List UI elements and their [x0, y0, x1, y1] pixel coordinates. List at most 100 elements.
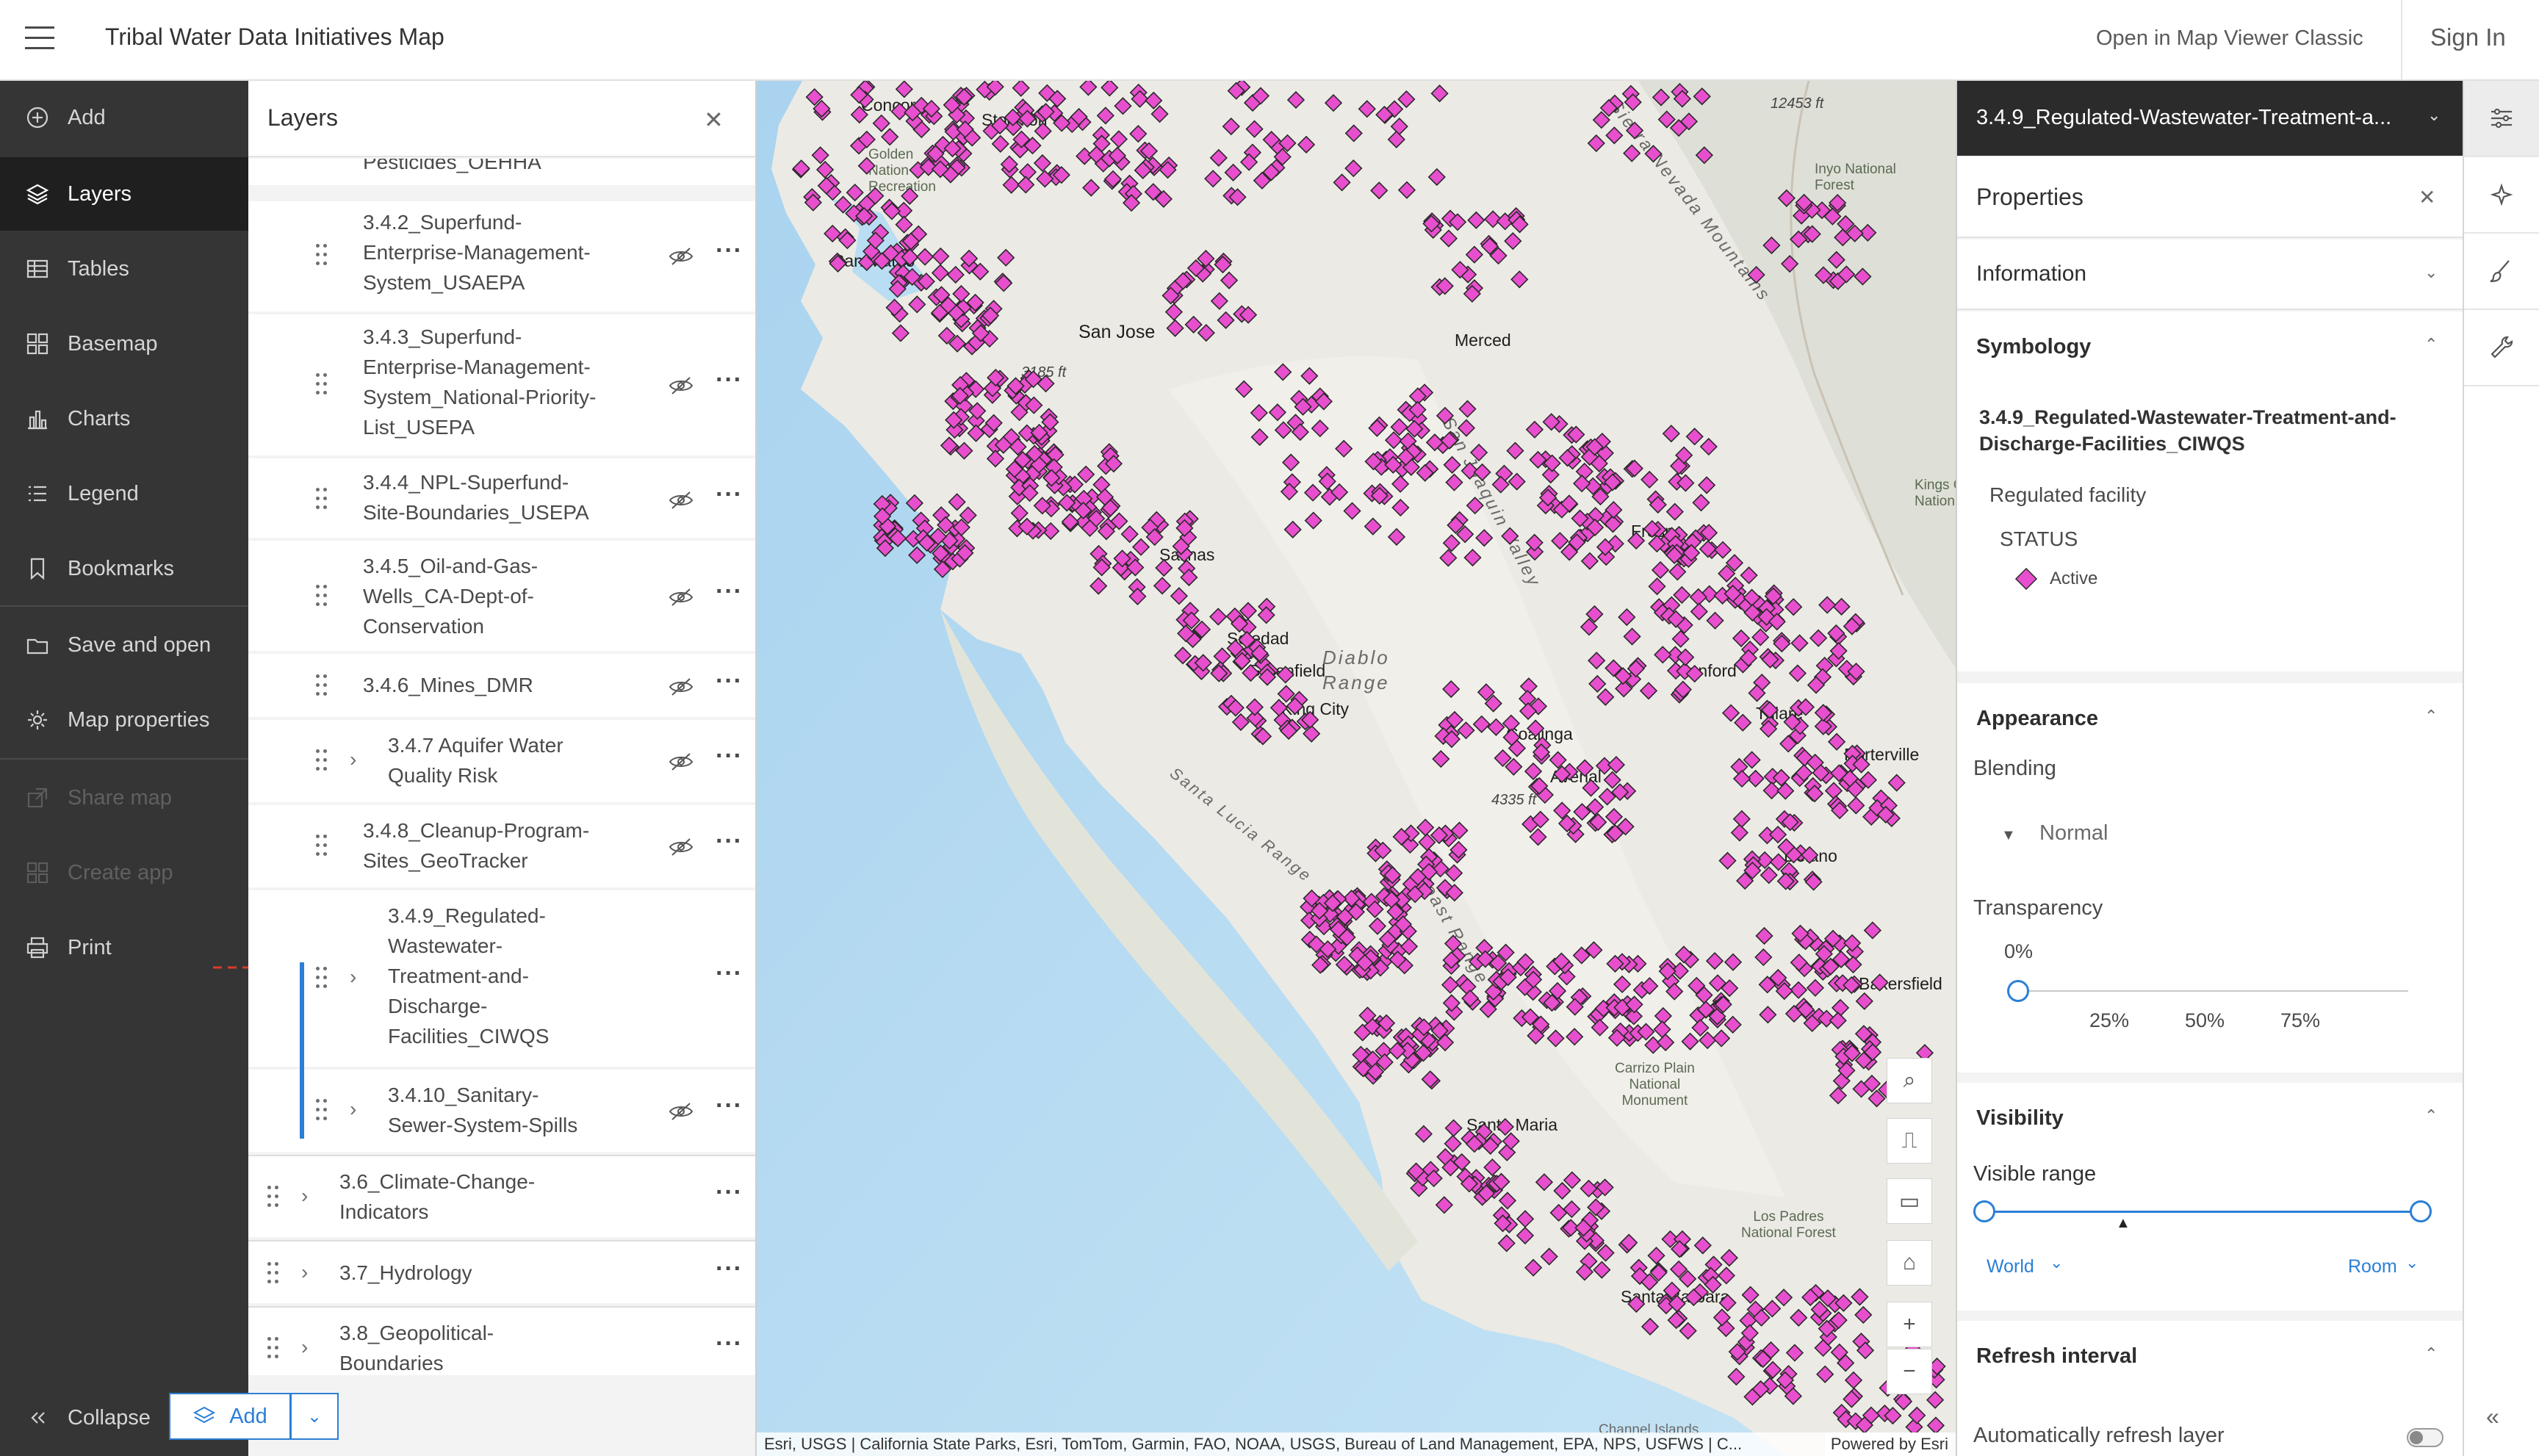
facility-marker[interactable]: [1717, 1266, 1735, 1285]
nav-bookmarks[interactable]: Bookmarks: [0, 532, 248, 605]
facility-marker[interactable]: [1776, 782, 1795, 800]
facility-marker[interactable]: [1695, 146, 1713, 165]
layer-row[interactable]: 3.4.8_Cleanup-Program- Sites_GeoTracker …: [248, 805, 755, 887]
facility-marker[interactable]: [1652, 88, 1671, 107]
facility-marker[interactable]: [1732, 769, 1751, 788]
facility-marker[interactable]: [1697, 476, 1716, 494]
facility-marker[interactable]: [792, 159, 810, 178]
facility-marker[interactable]: [1303, 483, 1322, 502]
facility-marker[interactable]: [1824, 782, 1843, 800]
facility-marker[interactable]: [1627, 531, 1646, 550]
facility-marker[interactable]: [1685, 428, 1704, 446]
facility-marker[interactable]: [1627, 1294, 1646, 1313]
facility-marker[interactable]: [1605, 807, 1624, 826]
facility-marker[interactable]: [1790, 1308, 1808, 1327]
facility-marker[interactable]: [1297, 135, 1316, 154]
facility-marker[interactable]: [1457, 721, 1475, 740]
facility-marker[interactable]: [1851, 1288, 1869, 1306]
facility-marker[interactable]: [1164, 303, 1184, 321]
chevron-down-icon[interactable]: ⌄: [2405, 1253, 2419, 1272]
add-layer-button[interactable]: Add: [169, 1393, 291, 1440]
open-classic-link[interactable]: Open in Map Viewer Classic: [2096, 26, 2363, 51]
facility-marker[interactable]: [1018, 163, 1037, 181]
facility-marker[interactable]: [1270, 699, 1289, 717]
facility-marker[interactable]: [1762, 236, 1781, 255]
facility-marker[interactable]: [1442, 534, 1461, 552]
chevron-down-icon[interactable]: ⌄: [2050, 1253, 2063, 1272]
facility-marker[interactable]: [1681, 1032, 1699, 1050]
facility-marker[interactable]: [1844, 1371, 1863, 1389]
drag-handle-icon[interactable]: [316, 835, 332, 859]
chevron-up-icon[interactable]: ⌃: [2424, 707, 2438, 726]
facility-marker[interactable]: [1222, 117, 1240, 136]
chevron-right-icon[interactable]: ›: [350, 748, 356, 771]
zoom-out-icon[interactable]: −: [1887, 1349, 1932, 1394]
facility-marker[interactable]: [1217, 311, 1235, 329]
range-min-handle[interactable]: [1973, 1200, 1995, 1222]
facility-marker[interactable]: [1613, 975, 1632, 994]
facility-marker[interactable]: [1170, 587, 1189, 605]
facility-marker[interactable]: [1641, 1317, 1660, 1336]
facility-marker[interactable]: [1759, 1006, 1777, 1024]
range-max-select[interactable]: Room: [2348, 1256, 2397, 1277]
facility-marker[interactable]: [1644, 145, 1663, 163]
more-options-icon[interactable]: ···: [716, 742, 743, 771]
facility-marker[interactable]: [1335, 439, 1353, 458]
facility-marker[interactable]: [1535, 1173, 1554, 1192]
facility-marker[interactable]: [1727, 1367, 1746, 1386]
facility-marker[interactable]: [1673, 585, 1691, 605]
facility-marker[interactable]: [1529, 828, 1547, 846]
facility-marker[interactable]: [1333, 173, 1351, 192]
facility-marker[interactable]: [1343, 502, 1361, 520]
sign-in-button[interactable]: Sign In: [2430, 24, 2506, 51]
facility-marker[interactable]: [1827, 251, 1845, 269]
facility-marker[interactable]: [1034, 122, 1052, 140]
facility-marker[interactable]: [1706, 611, 1724, 630]
facility-marker[interactable]: [1184, 315, 1203, 334]
facility-marker[interactable]: [1588, 674, 1607, 693]
facility-marker[interactable]: [1300, 367, 1319, 385]
facility-marker[interactable]: [1224, 163, 1242, 181]
facility-marker[interactable]: [1648, 577, 1666, 596]
facility-marker[interactable]: [1387, 130, 1405, 148]
eye-off-icon[interactable]: [669, 677, 694, 696]
layer-row[interactable]: 3.4.4_NPL-Superfund- Site-Boundaries_USE…: [248, 458, 755, 538]
home-icon[interactable]: ⌂: [1887, 1240, 1932, 1286]
facility-marker[interactable]: [1854, 267, 1872, 286]
facility-marker[interactable]: [811, 146, 829, 165]
layer-row[interactable]: Pesticides_OEHHA: [248, 159, 755, 185]
facility-marker[interactable]: [1788, 664, 1807, 682]
facility-marker[interactable]: [1516, 1226, 1535, 1245]
facility-marker[interactable]: [1712, 1029, 1731, 1048]
facility-marker[interactable]: [1549, 1203, 1568, 1222]
facility-marker[interactable]: [1587, 134, 1605, 153]
facility-marker[interactable]: [1120, 525, 1139, 544]
facility-marker[interactable]: [1101, 81, 1119, 97]
chevron-right-icon[interactable]: ›: [301, 1261, 308, 1284]
facility-marker[interactable]: [1444, 1134, 1462, 1153]
layer-row[interactable]: 3.4.6_Mines_DMR ···: [248, 654, 755, 717]
more-options-icon[interactable]: ···: [716, 667, 743, 696]
layer-group-row[interactable]: › 3.6_Climate-Change- Indicators ···: [248, 1155, 755, 1237]
facility-marker[interactable]: [1781, 255, 1799, 273]
facility-marker[interactable]: [1809, 629, 1828, 647]
drag-handle-icon[interactable]: [316, 488, 332, 513]
facility-marker[interactable]: [1387, 527, 1406, 547]
transparency-slider-handle[interactable]: [2007, 980, 2029, 1002]
eye-off-icon[interactable]: [669, 837, 694, 857]
facility-marker[interactable]: [1439, 549, 1458, 567]
facility-marker[interactable]: [1724, 953, 1743, 971]
facility-marker[interactable]: [846, 183, 864, 202]
facility-marker[interactable]: [1730, 823, 1749, 842]
range-max-handle[interactable]: [2410, 1200, 2432, 1222]
auto-refresh-toggle[interactable]: [2407, 1428, 2443, 1447]
facility-marker[interactable]: [1777, 189, 1796, 207]
facility-marker[interactable]: [1220, 271, 1239, 289]
more-options-icon[interactable]: ···: [716, 1178, 743, 1207]
facility-marker[interactable]: [1641, 470, 1659, 489]
facility-marker[interactable]: [1563, 1171, 1582, 1189]
facility-marker[interactable]: [1443, 455, 1461, 474]
facility-marker[interactable]: [1784, 598, 1803, 616]
facility-marker[interactable]: [1653, 1020, 1671, 1039]
facility-marker[interactable]: [1657, 110, 1676, 129]
